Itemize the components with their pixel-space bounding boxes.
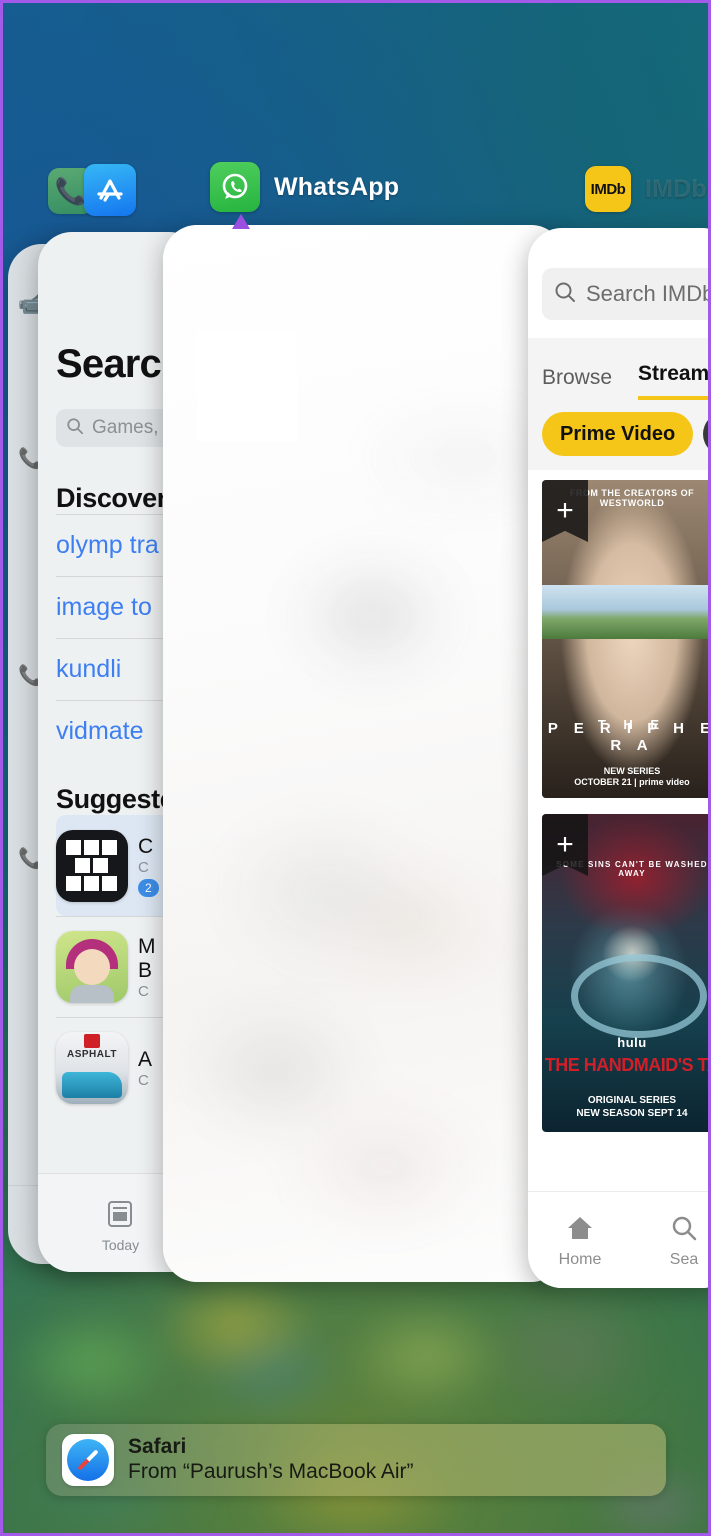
tab-today[interactable]: Today [102, 1200, 139, 1253]
app-subtitle: C [138, 982, 149, 1000]
tab-label: Home [558, 1251, 602, 1268]
poster-the-peripheral[interactable]: + FROM THE CREATORS OF WESTWORLD T H E P… [542, 480, 711, 798]
tab-search[interactable]: Sea [632, 1215, 711, 1269]
poster-art-tub [570, 953, 708, 1038]
app-subtitle: C [138, 859, 149, 876]
home-icon [566, 1215, 594, 1246]
today-icon [107, 1200, 133, 1231]
status-badge: 2 [138, 879, 159, 897]
tab-home[interactable]: Home [528, 1215, 632, 1269]
chip-prime-video[interactable]: Prime Video [542, 412, 694, 456]
search-icon [671, 1215, 697, 1246]
search-placeholder: Search IMDb [586, 281, 711, 306]
selected-app-caret [232, 214, 250, 229]
app-name-line2: B [138, 958, 153, 982]
app-header-imdb[interactable]: IMDb IMDb [585, 166, 707, 212]
asphalt-icon: ASPHALT [56, 1032, 128, 1104]
tab-streaming[interactable]: Streaming [638, 362, 711, 400]
handoff-banner[interactable]: Safari From “Paurush’s MacBook Air” [46, 1424, 666, 1496]
app-label-imdb: IMDb [645, 174, 707, 203]
imdb-icon: IMDb [585, 166, 631, 212]
app-name: M [138, 934, 156, 958]
poster-footer: NEW SERIES OCTOBER 21 | prime video [574, 765, 690, 787]
poster-art-band [542, 584, 711, 639]
app-name: C [138, 835, 154, 858]
tab-label: Sea [669, 1251, 699, 1268]
safari-icon [62, 1434, 114, 1486]
search-placeholder: Games, [92, 417, 159, 438]
poster-footer: ORIGINAL SERIES NEW SEASON SEPT 14 [576, 1095, 688, 1119]
poster-title-line-2: P E R I P H E R A [547, 720, 711, 754]
handoff-source: From “Paurush’s MacBook Air” [128, 1460, 414, 1484]
tab-browse[interactable]: Browse [542, 366, 612, 400]
poster-list-2: + SOME SINS CAN'T BE WASHED AWAY hulu TH… [528, 798, 711, 1132]
app-card-imdb[interactable]: Search IMDb Browse Streaming Prime Video… [528, 228, 711, 1288]
imdb-provider-chips: Prime Video N [528, 400, 711, 470]
chip-netflix[interactable]: N [703, 412, 711, 456]
search-icon [554, 281, 576, 308]
handoff-app-name: Safari [128, 1435, 187, 1459]
appstore-icon [84, 164, 136, 216]
app-header-appstore[interactable] [84, 164, 136, 216]
tab-label: Today [101, 1236, 140, 1253]
checkers-icon [56, 830, 128, 902]
imdb-tabs: Browse Streaming [528, 338, 711, 400]
app-header-whatsapp[interactable]: WhatsApp [210, 162, 399, 212]
app-name: A [138, 1047, 153, 1071]
poster-network: hulu [617, 1035, 647, 1050]
poster-the-handmaids-tale[interactable]: + SOME SINS CAN'T BE WASHED AWAY hulu TH… [542, 814, 711, 1132]
imdb-tabbar: Home Sea [528, 1191, 711, 1288]
masha-icon [56, 931, 128, 1003]
whatsapp-icon [210, 162, 260, 212]
asphalt-art-text: ASPHALT [67, 1049, 117, 1060]
app-subtitle: C [138, 1071, 149, 1089]
search-input[interactable]: Search IMDb [542, 268, 711, 320]
imdb-icon-text: IMDb [590, 180, 626, 198]
whatsapp-white-patch [197, 331, 297, 441]
search-icon [66, 417, 84, 440]
poster-list: + FROM THE CREATORS OF WESTWORLD T H E P… [528, 470, 711, 798]
poster-title: THE HANDMAID'S TA [544, 1055, 711, 1075]
app-card-whatsapp[interactable] [163, 225, 565, 1282]
app-label-whatsapp: WhatsApp [274, 172, 400, 201]
